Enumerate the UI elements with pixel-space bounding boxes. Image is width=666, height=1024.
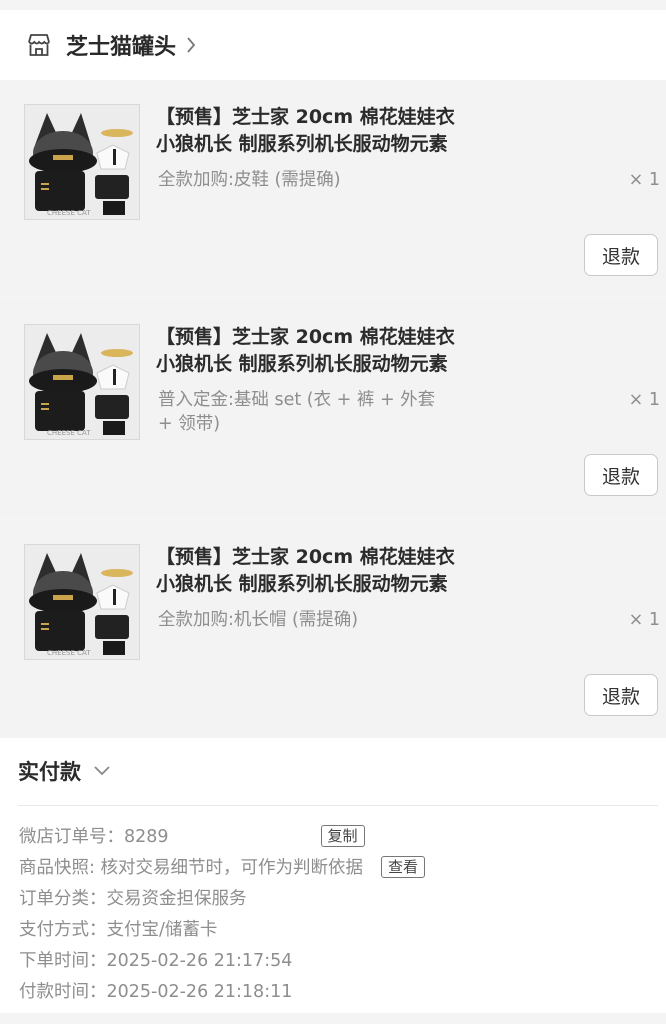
product-title-line-2: 小狼机长 制服系列机长服动物元素	[156, 133, 448, 155]
product-spec: 全款加购:机长帽 (需提确)	[158, 608, 468, 632]
image-watermark: CHEESE CAT	[47, 429, 91, 437]
product-spec: 普入定金:基础 set (衣 + 裤 + 外套 + 领带)	[158, 388, 468, 436]
shop-name[interactable]: 芝士猫罐头	[66, 29, 176, 61]
snapshot-row: 商品快照: 核对交易细节时，可作为判断依据 查看	[19, 851, 659, 882]
payment-info-section: 实付款 微店订单号：8289 复制 商品快照: 核对交易细节时，可作为判断依据 …	[0, 738, 666, 1013]
order-number: 微店订单号：8289	[19, 827, 169, 847]
product-spec-line-1: 普入定金:基础 set (衣 + 裤 + 外套	[158, 390, 436, 410]
payment-time-row: 付款时间：2025-02-26 21:18:11	[19, 982, 293, 1002]
order-item[interactable]: CHEESE CAT 【预售】芝士家 20cm 棉花娃娃衣 小狼机长 制服系列机…	[0, 520, 666, 736]
chevron-down-icon	[93, 762, 111, 781]
view-snapshot-button[interactable]: 查看	[380, 855, 425, 878]
product-quantity: × 1	[628, 390, 660, 410]
product-title[interactable]: 【预售】芝士家 20cm 棉花娃娃衣 小狼机长 制服系列机长服动物元素	[156, 324, 516, 378]
top-spacer	[0, 0, 666, 10]
product-title[interactable]: 【预售】芝士家 20cm 棉花娃娃衣 小狼机长 制服系列机长服动物元素	[156, 544, 516, 598]
product-title[interactable]: 【预售】芝士家 20cm 棉花娃娃衣 小狼机长 制服系列机长服动物元素	[156, 104, 516, 158]
order-time-row: 下单时间：2025-02-26 21:17:54	[19, 951, 293, 971]
product-title-line-1: 【预售】芝士家 20cm 棉花娃娃衣	[156, 326, 455, 348]
product-spec: 全款加购:皮鞋 (需提确)	[158, 168, 468, 192]
order-category-row: 订单分类：交易资金担保服务	[19, 889, 247, 909]
image-watermark: CHEESE CAT	[47, 209, 91, 217]
bottom-spacer	[0, 1013, 666, 1024]
payment-method-row: 支付方式：支付宝/储蓄卡	[19, 920, 218, 940]
order-info-list: 微店订单号：8289 复制 商品快照: 核对交易细节时，可作为判断依据 查看 订…	[19, 820, 659, 1006]
store-icon	[26, 32, 52, 58]
paid-amount-toggle[interactable]: 实付款	[18, 756, 111, 786]
product-image[interactable]: CHEESE CAT	[24, 104, 140, 220]
product-spec-line-2: + 领带)	[158, 414, 221, 434]
image-watermark: CHEESE CAT	[47, 649, 91, 657]
refund-button[interactable]: 退款	[584, 674, 658, 716]
product-title-line-1: 【预售】芝士家 20cm 棉花娃娃衣	[156, 546, 455, 568]
product-image[interactable]: CHEESE CAT	[24, 324, 140, 440]
product-quantity: × 1	[628, 170, 660, 190]
copy-button[interactable]: 复制	[320, 824, 365, 847]
refund-button[interactable]: 退款	[584, 454, 658, 496]
paid-amount-label: 实付款	[18, 760, 81, 784]
product-spec-line-1: 全款加购:机长帽 (需提确)	[158, 610, 359, 630]
chevron-right-icon	[186, 35, 198, 55]
order-item[interactable]: CHEESE CAT 【预售】芝士家 20cm 棉花娃娃衣 小狼机长 制服系列机…	[0, 300, 666, 516]
refund-button[interactable]: 退款	[584, 234, 658, 276]
product-spec-line-1: 全款加购:皮鞋 (需提确)	[158, 170, 341, 190]
divider	[18, 805, 658, 806]
product-image[interactable]: CHEESE CAT	[24, 544, 140, 660]
snapshot-text: 商品快照: 核对交易细节时，可作为判断依据	[19, 858, 363, 878]
order-number-row: 微店订单号：8289 复制	[19, 820, 659, 851]
product-quantity: × 1	[628, 610, 660, 630]
product-title-line-2: 小狼机长 制服系列机长服动物元素	[156, 353, 448, 375]
product-title-line-2: 小狼机长 制服系列机长服动物元素	[156, 573, 448, 595]
order-item[interactable]: CHEESE CAT 【预售】芝士家 20cm 棉花娃娃衣 小狼机长 制服系列机…	[0, 80, 666, 296]
order-detail-page: 芝士猫罐头 CHEESE CAT 【预售】芝士家 20cm 棉花娃娃衣 小狼机长…	[0, 0, 666, 1024]
shop-header[interactable]: 芝士猫罐头	[0, 10, 666, 80]
product-title-line-1: 【预售】芝士家 20cm 棉花娃娃衣	[156, 106, 455, 128]
